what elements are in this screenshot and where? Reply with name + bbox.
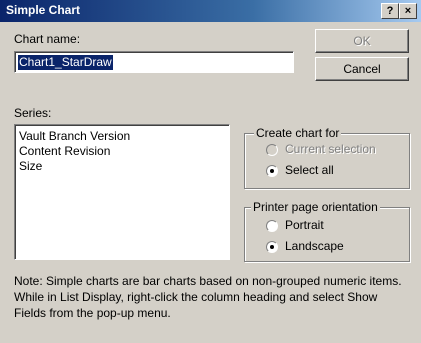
note-text: Note: Simple charts are bar charts based…	[14, 274, 402, 320]
help-button[interactable]: ?	[381, 3, 399, 19]
current-selection-radio[interactable]	[266, 144, 278, 156]
create-chart-for-legend: Create chart for	[254, 126, 342, 140]
series-listbox[interactable]: Vault Branch Version Content Revision Si…	[14, 124, 230, 260]
chart-name-input[interactable]: Chart1_StarDraw	[14, 51, 294, 73]
orientation-group: Printer page orientation Portrait Landsc…	[244, 200, 410, 262]
chart-name-label: Chart name:	[14, 32, 81, 46]
portrait-radio[interactable]	[266, 220, 278, 232]
series-label: Series:	[14, 106, 52, 120]
series-item[interactable]: Content Revision	[19, 144, 110, 159]
series-item[interactable]: Size	[19, 159, 42, 174]
series-item[interactable]: Vault Branch Version	[19, 129, 130, 144]
portrait-label[interactable]: Portrait	[285, 218, 324, 232]
chart-name-value: Chart1_StarDraw	[18, 55, 113, 70]
title-bar[interactable]: Simple Chart ? ×	[0, 0, 421, 22]
close-button[interactable]: ×	[399, 3, 417, 19]
window-title: Simple Chart	[6, 3, 81, 17]
select-all-label[interactable]: Select all	[285, 163, 334, 177]
ok-button[interactable]: OK	[315, 29, 409, 53]
current-selection-label[interactable]: Current selection	[285, 142, 376, 156]
create-chart-for-group: Create chart for Current selection Selec…	[244, 126, 410, 189]
cancel-button[interactable]: Cancel	[315, 57, 409, 81]
landscape-radio[interactable]	[266, 241, 278, 253]
landscape-label[interactable]: Landscape	[285, 239, 344, 253]
orientation-legend: Printer page orientation	[251, 200, 380, 214]
select-all-radio[interactable]	[266, 165, 278, 177]
